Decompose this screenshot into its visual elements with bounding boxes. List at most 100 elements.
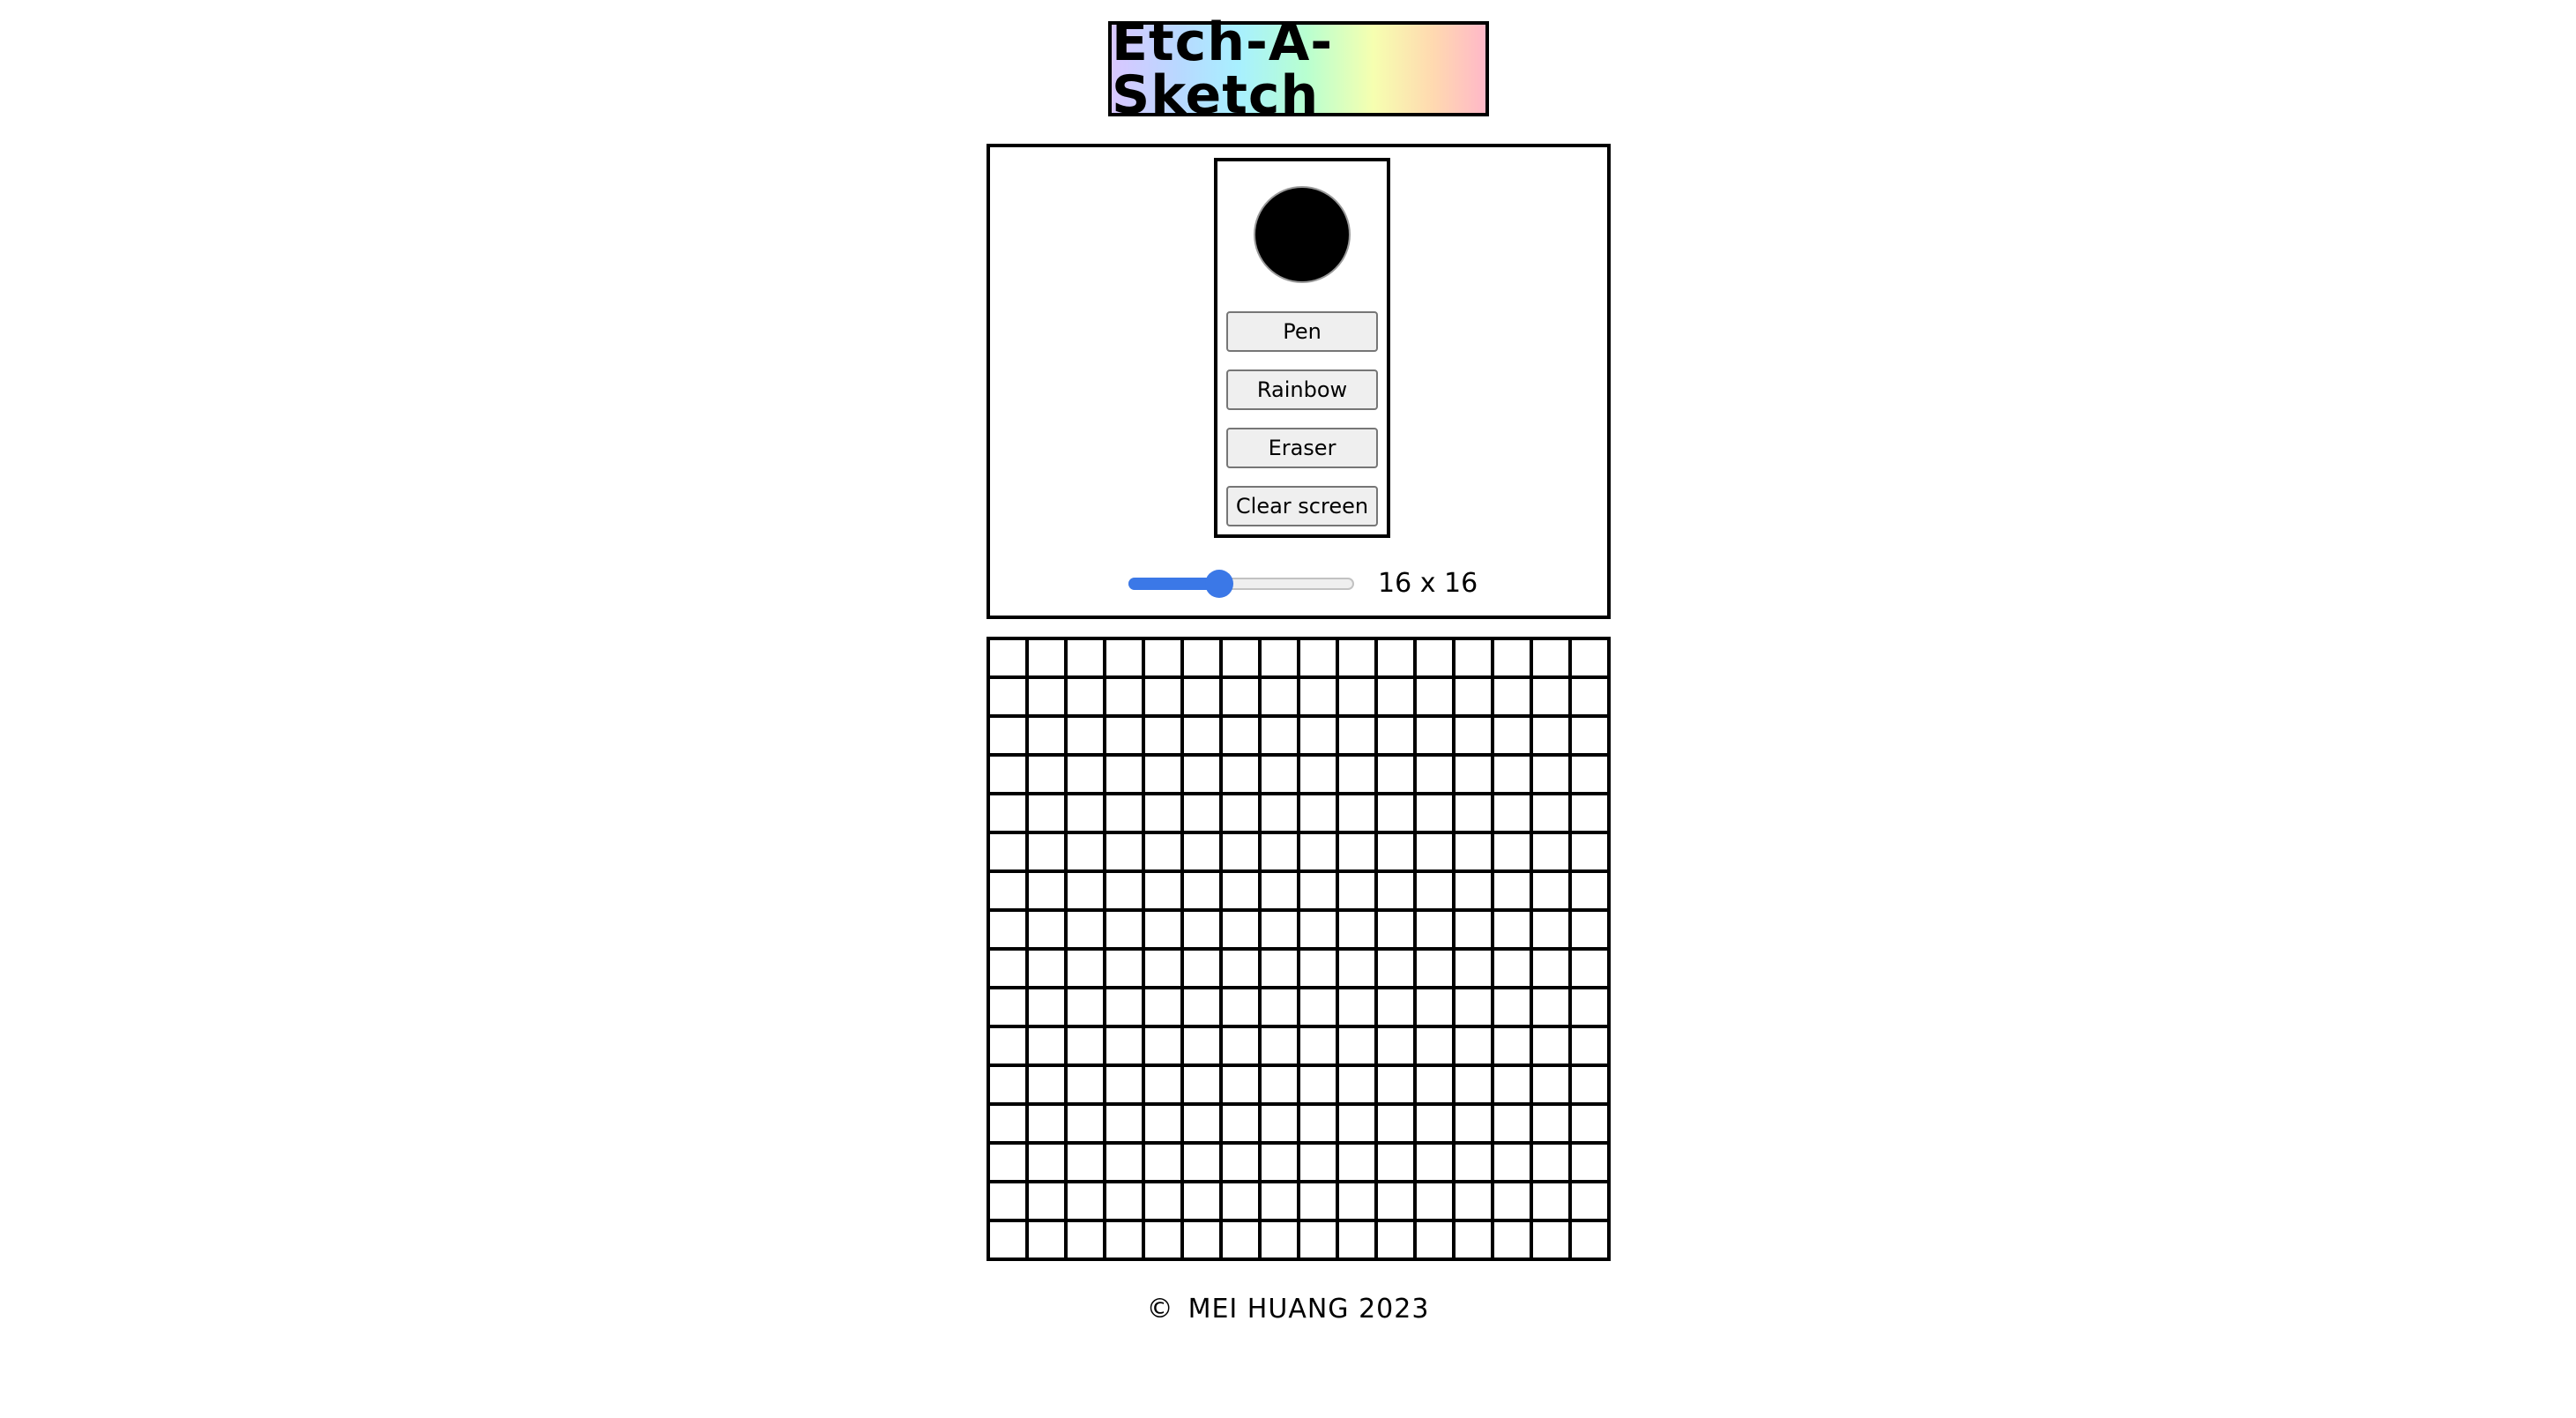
grid-cell[interactable] [1415, 1220, 1454, 1259]
grid-cell[interactable] [1337, 910, 1376, 949]
grid-cell[interactable] [1454, 1026, 1493, 1065]
grid-cell[interactable] [988, 910, 1027, 949]
grid-cell[interactable] [1493, 1104, 1531, 1143]
grid-cell[interactable] [1027, 910, 1066, 949]
grid-cell[interactable] [1143, 1143, 1182, 1182]
grid-cell[interactable] [1027, 871, 1066, 910]
grid-cell[interactable] [1337, 988, 1376, 1026]
grid-cell[interactable] [1221, 794, 1260, 832]
color-picker[interactable] [1255, 188, 1349, 281]
grid-cell[interactable] [1260, 755, 1299, 794]
grid-cell[interactable] [1493, 755, 1531, 794]
grid-cell[interactable] [1260, 638, 1299, 677]
grid-cell[interactable] [1493, 988, 1531, 1026]
grid-cell[interactable] [1376, 871, 1415, 910]
grid-cell[interactable] [1105, 1182, 1143, 1220]
grid-cell[interactable] [1066, 988, 1105, 1026]
grid-cell[interactable] [1454, 794, 1493, 832]
grid-cell[interactable] [1531, 949, 1570, 988]
grid-cell[interactable] [1570, 716, 1609, 755]
slider-thumb[interactable] [1205, 570, 1233, 598]
grid-cell[interactable] [1493, 716, 1531, 755]
grid-cell[interactable] [1221, 1065, 1260, 1104]
grid-cell[interactable] [1454, 949, 1493, 988]
grid-cell[interactable] [1182, 910, 1221, 949]
grid-cell[interactable] [988, 638, 1027, 677]
grid-cell[interactable] [1493, 832, 1531, 871]
grid-cell[interactable] [1493, 638, 1531, 677]
grid-cell[interactable] [1182, 832, 1221, 871]
grid-cell[interactable] [1066, 638, 1105, 677]
grid-cell[interactable] [1570, 1220, 1609, 1259]
grid-cell[interactable] [1143, 794, 1182, 832]
grid-cell[interactable] [1182, 1143, 1221, 1182]
grid-cell[interactable] [1454, 1143, 1493, 1182]
grid-cell[interactable] [1143, 638, 1182, 677]
grid-cell[interactable] [1570, 1143, 1609, 1182]
grid-cell[interactable] [1376, 638, 1415, 677]
grid-cell[interactable] [1143, 716, 1182, 755]
grid-cell[interactable] [1143, 1182, 1182, 1220]
grid-cell[interactable] [1454, 638, 1493, 677]
grid-cell[interactable] [1454, 677, 1493, 716]
grid-cell[interactable] [1454, 910, 1493, 949]
grid-cell[interactable] [1182, 1220, 1221, 1259]
grid-cell[interactable] [1299, 1143, 1337, 1182]
grid-cell[interactable] [1454, 1182, 1493, 1220]
grid-cell[interactable] [1337, 1026, 1376, 1065]
grid-cell[interactable] [988, 755, 1027, 794]
grid-cell[interactable] [1182, 794, 1221, 832]
grid-cell[interactable] [1415, 1065, 1454, 1104]
grid-cell[interactable] [1221, 1220, 1260, 1259]
grid-cell[interactable] [1570, 1026, 1609, 1065]
grid-cell[interactable] [1182, 755, 1221, 794]
grid-cell[interactable] [1027, 1104, 1066, 1143]
grid-cell[interactable] [1182, 988, 1221, 1026]
grid-cell[interactable] [1570, 910, 1609, 949]
grid-cell[interactable] [1493, 1026, 1531, 1065]
grid-cell[interactable] [988, 677, 1027, 716]
grid-cell[interactable] [988, 794, 1027, 832]
grid-cell[interactable] [1260, 794, 1299, 832]
grid-cell[interactable] [1376, 949, 1415, 988]
grid-cell[interactable] [1337, 677, 1376, 716]
grid-cell[interactable] [1027, 1220, 1066, 1259]
grid-cell[interactable] [1066, 716, 1105, 755]
grid-cell[interactable] [988, 988, 1027, 1026]
grid-cell[interactable] [1531, 677, 1570, 716]
grid-cell[interactable] [1066, 910, 1105, 949]
grid-cell[interactable] [1415, 638, 1454, 677]
grid-cell[interactable] [1570, 794, 1609, 832]
grid-cell[interactable] [1376, 716, 1415, 755]
grid-cell[interactable] [1260, 1026, 1299, 1065]
grid-cell[interactable] [1570, 677, 1609, 716]
grid-cell[interactable] [1221, 638, 1260, 677]
grid-cell[interactable] [1027, 1182, 1066, 1220]
grid-cell[interactable] [1143, 910, 1182, 949]
grid-cell[interactable] [1376, 988, 1415, 1026]
grid-cell[interactable] [1182, 716, 1221, 755]
grid-cell[interactable] [1105, 716, 1143, 755]
grid-cell[interactable] [1415, 1104, 1454, 1143]
grid-cell[interactable] [1143, 1220, 1182, 1259]
grid-cell[interactable] [1493, 677, 1531, 716]
grid-cell[interactable] [1493, 949, 1531, 988]
grid-cell[interactable] [1299, 1104, 1337, 1143]
grid-cell[interactable] [1027, 1143, 1066, 1182]
grid-cell[interactable] [1531, 832, 1570, 871]
grid-cell[interactable] [1376, 1065, 1415, 1104]
grid-cell[interactable] [1337, 1104, 1376, 1143]
grid-cell[interactable] [1415, 677, 1454, 716]
grid-cell[interactable] [1260, 1182, 1299, 1220]
grid-cell[interactable] [1415, 794, 1454, 832]
grid-cell[interactable] [1299, 1065, 1337, 1104]
grid-cell[interactable] [1260, 1104, 1299, 1143]
grid-cell[interactable] [1337, 832, 1376, 871]
grid-cell[interactable] [1299, 910, 1337, 949]
grid-cell[interactable] [1105, 832, 1143, 871]
grid-cell[interactable] [1531, 1065, 1570, 1104]
grid-cell[interactable] [1299, 638, 1337, 677]
pen-button[interactable]: Pen [1226, 311, 1378, 352]
grid-cell[interactable] [1531, 755, 1570, 794]
grid-cell[interactable] [1337, 716, 1376, 755]
